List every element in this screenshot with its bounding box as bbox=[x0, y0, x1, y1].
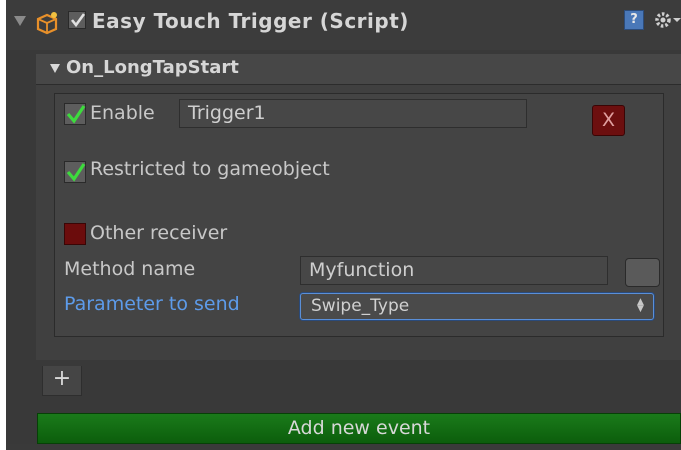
checkmark-icon bbox=[66, 163, 86, 182]
add-trigger-tab[interactable]: + bbox=[42, 366, 82, 396]
foldout-arrow-icon[interactable] bbox=[14, 16, 26, 26]
other-receiver-checkbox[interactable] bbox=[64, 223, 86, 245]
checkmark-icon bbox=[66, 105, 86, 124]
inspector-panel: Easy Touch Trigger (Script) ? On_LongTap… bbox=[6, 0, 681, 450]
enable-checkbox[interactable] bbox=[64, 103, 86, 125]
event-title: On_LongTapStart bbox=[66, 57, 239, 78]
method-name-field[interactable]: Myfunction bbox=[300, 256, 608, 285]
restricted-checkbox[interactable] bbox=[64, 161, 86, 183]
script-icon bbox=[36, 12, 58, 35]
method-picker-button[interactable] bbox=[625, 258, 660, 287]
other-receiver-label: Other receiver bbox=[90, 222, 228, 244]
checkmark-icon bbox=[70, 13, 86, 28]
panel-bottom bbox=[6, 444, 681, 450]
help-icon[interactable]: ? bbox=[624, 10, 644, 30]
gear-icon[interactable] bbox=[654, 9, 681, 31]
delete-trigger-button[interactable]: X bbox=[592, 105, 625, 136]
parameter-dropdown[interactable]: Swipe_Type ▲ ▼ bbox=[300, 293, 654, 320]
trigger-name-field[interactable]: Trigger1 bbox=[179, 99, 527, 128]
add-new-event-button[interactable]: Add new event bbox=[37, 413, 681, 444]
restricted-label: Restricted to gameobject bbox=[90, 158, 330, 180]
component-title: Easy Touch Trigger (Script) bbox=[92, 9, 409, 33]
parameter-dropdown-value: Swipe_Type bbox=[311, 296, 410, 316]
method-name-label: Method name bbox=[64, 258, 196, 280]
dropdown-arrows-icon: ▲ ▼ bbox=[637, 297, 644, 314]
event-section-header[interactable]: On_LongTapStart bbox=[36, 54, 681, 85]
component-header[interactable]: Easy Touch Trigger (Script) ? bbox=[6, 0, 681, 50]
event-foldout-arrow-icon[interactable] bbox=[50, 64, 60, 73]
component-enabled-checkbox[interactable] bbox=[68, 11, 86, 29]
parameter-label: Parameter to send bbox=[64, 293, 240, 315]
enable-label: Enable bbox=[90, 102, 155, 124]
